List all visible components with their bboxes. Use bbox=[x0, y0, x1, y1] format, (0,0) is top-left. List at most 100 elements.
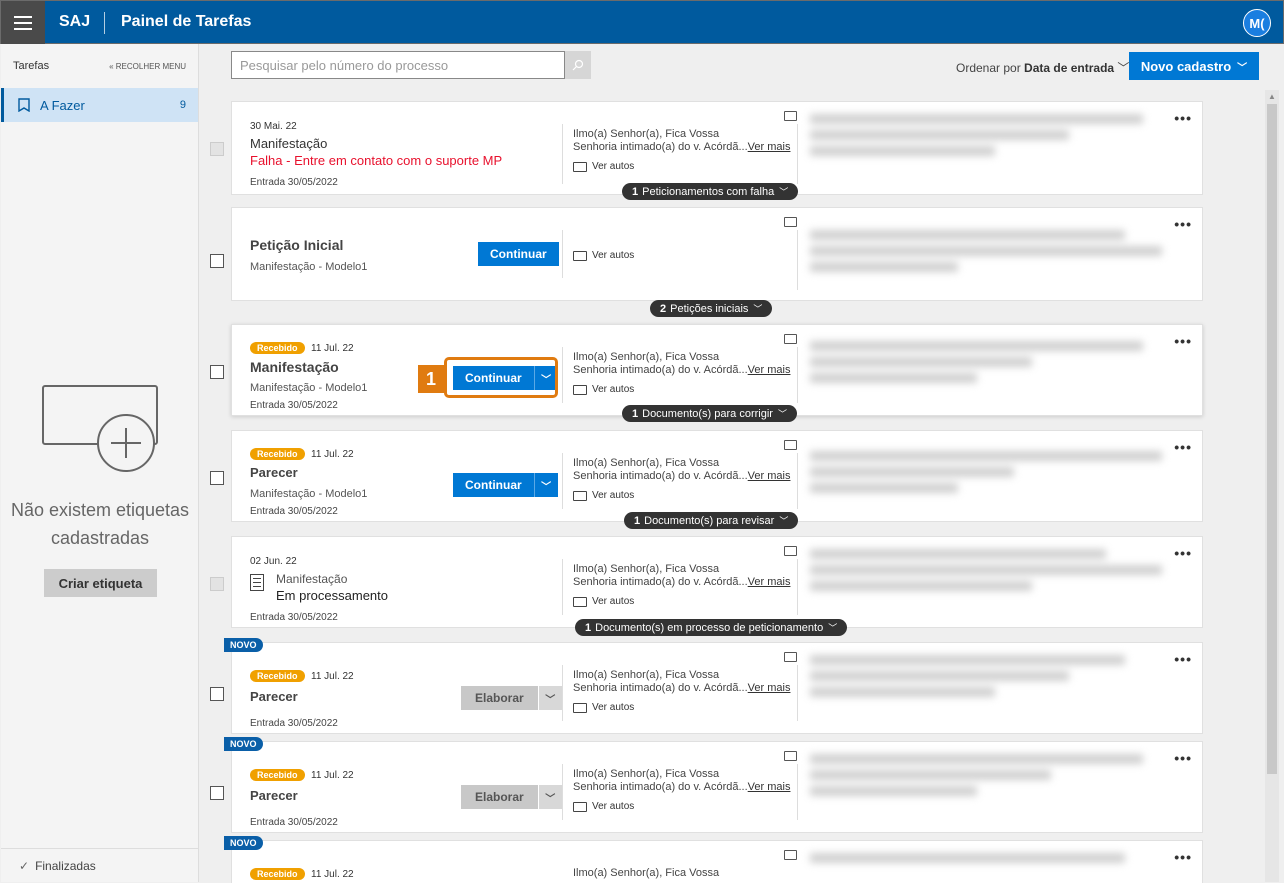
divider bbox=[562, 347, 563, 403]
monitor-icon[interactable] bbox=[784, 850, 797, 860]
see-more-link[interactable]: Ver mais bbox=[748, 470, 791, 482]
sidebar-item-finalizadas[interactable]: ✓ Finalizadas bbox=[1, 848, 199, 882]
sidebar-item-a-fazer[interactable]: A Fazer 9 bbox=[1, 88, 198, 122]
monitor-icon[interactable] bbox=[784, 546, 797, 556]
task-card[interactable]: Recebido 11 Jul. 22 Parecer Manifestação… bbox=[231, 430, 1203, 522]
task-card[interactable]: 02 Jun. 22 Manifestação Em processamento… bbox=[231, 536, 1203, 628]
more-options-icon[interactable]: ••• bbox=[1174, 750, 1192, 766]
monitor-icon[interactable] bbox=[784, 217, 797, 227]
initial-petitions-pill[interactable]: 2 Petições iniciais ﹀ bbox=[650, 300, 773, 317]
card-party: Ilmo(a) Senhor(a), Fica Vossa Senhoria i… bbox=[573, 457, 790, 483]
search-button[interactable] bbox=[565, 51, 591, 79]
brand-logo[interactable]: SAJ bbox=[59, 13, 90, 31]
see-more-link[interactable]: Ver mais bbox=[748, 682, 791, 694]
new-record-button[interactable]: Novo cadastro ﹀ bbox=[1129, 52, 1259, 80]
see-autos-label: Ver autos bbox=[592, 702, 635, 713]
monitor-icon[interactable] bbox=[784, 111, 797, 121]
party-line-1: Ilmo(a) Senhor(a), Fica Vossa bbox=[573, 351, 720, 363]
monitor-icon[interactable] bbox=[784, 440, 797, 450]
party-line-2: Senhoria intimado(a) do v. Acórdã... bbox=[573, 141, 748, 153]
see-more-link[interactable]: Ver mais bbox=[748, 576, 791, 588]
row-checkbox[interactable] bbox=[210, 786, 224, 800]
see-autos-link[interactable]: Ver autos bbox=[573, 801, 634, 812]
scrollbar-thumb[interactable] bbox=[1267, 104, 1277, 774]
see-more-link[interactable]: Ver mais bbox=[748, 364, 791, 376]
docs-in-filing-pill[interactable]: 1 Documento(s) em processo de peticioname… bbox=[575, 619, 848, 636]
scroll-up-icon[interactable]: ▲ bbox=[1268, 92, 1276, 101]
more-options-icon[interactable]: ••• bbox=[1174, 216, 1192, 232]
chevron-down-icon: ﹀ bbox=[1117, 61, 1130, 75]
menu-icon[interactable] bbox=[1, 1, 45, 44]
row-checkbox bbox=[210, 142, 224, 156]
elaborate-button[interactable]: Elaborar ﹀ bbox=[461, 785, 562, 809]
monitor-icon[interactable] bbox=[784, 751, 797, 761]
see-autos-label: Ver autos bbox=[592, 596, 635, 607]
see-more-link[interactable]: Ver mais bbox=[748, 781, 791, 793]
more-options-icon[interactable]: ••• bbox=[1174, 651, 1192, 667]
received-badge: Recebido bbox=[250, 448, 305, 460]
card-party: Ilmo(a) Senhor(a), Fica Vossa bbox=[573, 867, 719, 880]
card-entry-date: Entrada 30/05/2022 bbox=[250, 612, 338, 623]
more-options-icon[interactable]: ••• bbox=[1174, 439, 1192, 455]
chevron-down-icon: ﹀ bbox=[1237, 62, 1248, 74]
see-autos-link[interactable]: Ver autos bbox=[573, 250, 634, 261]
search-input[interactable]: Pesquisar pelo número do processo bbox=[231, 51, 565, 79]
scrollbar[interactable]: ▲ bbox=[1265, 90, 1279, 882]
pill-count: 1 bbox=[632, 407, 639, 420]
elaborate-button[interactable]: Elaborar ﹀ bbox=[461, 686, 562, 710]
monitor-icon[interactable] bbox=[784, 334, 797, 344]
more-options-icon[interactable]: ••• bbox=[1174, 849, 1192, 865]
sort-dropdown[interactable]: Ordenar por Data de entrada ﹀ bbox=[956, 59, 1129, 76]
chevron-down-icon[interactable]: ﹀ bbox=[533, 473, 558, 497]
see-autos-link[interactable]: Ver autos bbox=[573, 702, 634, 713]
see-autos-link[interactable]: Ver autos bbox=[573, 490, 634, 501]
bookmark-icon bbox=[18, 98, 30, 112]
row-checkbox[interactable] bbox=[210, 687, 224, 701]
chevron-down-icon: ﹀ bbox=[753, 304, 763, 314]
monitor-icon[interactable] bbox=[784, 652, 797, 662]
see-autos-link[interactable]: Ver autos bbox=[573, 384, 634, 395]
sidebar-footer-label: Finalizadas bbox=[35, 858, 96, 873]
see-autos-link[interactable]: Ver autos bbox=[573, 161, 634, 172]
new-badge: NOVO bbox=[224, 638, 263, 652]
elaborate-label: Elaborar bbox=[475, 790, 524, 804]
task-card[interactable]: Petição Inicial Manifestação - Modelo1 C… bbox=[231, 207, 1203, 301]
blurred-details bbox=[810, 549, 1180, 597]
more-options-icon[interactable]: ••• bbox=[1174, 333, 1192, 349]
divider bbox=[562, 764, 563, 820]
more-options-icon[interactable]: ••• bbox=[1174, 545, 1192, 561]
row-checkbox[interactable] bbox=[210, 365, 224, 379]
chevron-down-icon[interactable]: ﹀ bbox=[537, 686, 562, 710]
blurred-details bbox=[810, 853, 1180, 869]
see-autos-link[interactable]: Ver autos bbox=[573, 596, 634, 607]
chevron-down-icon[interactable]: ﹀ bbox=[537, 785, 562, 809]
continue-label: Continuar bbox=[465, 478, 522, 492]
row-checkbox[interactable] bbox=[210, 254, 224, 268]
task-card[interactable]: Recebido 11 Jul. 22 Ilmo(a) Senhor(a), F… bbox=[231, 840, 1203, 883]
more-options-icon[interactable]: ••• bbox=[1174, 110, 1192, 126]
card-title: Parecer bbox=[250, 465, 298, 480]
continue-button[interactable]: Continuar ﹀ bbox=[453, 473, 558, 497]
card-party: Ilmo(a) Senhor(a), Fica Vossa Senhoria i… bbox=[573, 563, 790, 589]
task-card[interactable]: Recebido 11 Jul. 22 Parecer Entrada 30/0… bbox=[231, 741, 1203, 833]
collapse-menu-button[interactable]: « RECOLHER MENU bbox=[109, 62, 186, 71]
row-checkbox[interactable] bbox=[210, 471, 224, 485]
failed-filings-pill[interactable]: 1 Peticionamentos com falha ﹀ bbox=[622, 183, 799, 200]
received-badge: Recebido bbox=[250, 868, 305, 880]
task-card[interactable]: Recebido 11 Jul. 22 Manifestação Manifes… bbox=[231, 324, 1203, 416]
see-more-link[interactable]: Ver mais bbox=[748, 141, 791, 153]
docs-to-correct-pill[interactable]: 1 Documento(s) para corrigir ﹀ bbox=[622, 405, 797, 422]
docs-to-review-pill[interactable]: 1 Documento(s) para revisar ﹀ bbox=[624, 512, 799, 529]
continue-button[interactable]: Continuar bbox=[478, 242, 559, 266]
create-label-button[interactable]: Criar etiqueta bbox=[44, 569, 157, 597]
blurred-details bbox=[810, 341, 1180, 389]
task-card[interactable]: Recebido 11 Jul. 22 Parecer Entrada 30/0… bbox=[231, 642, 1203, 734]
new-badge: NOVO bbox=[224, 836, 263, 850]
card-date: 11 Jul. 22 bbox=[311, 770, 354, 781]
see-autos-label: Ver autos bbox=[592, 250, 635, 261]
folder-icon bbox=[573, 596, 587, 607]
party-line-1: Ilmo(a) Senhor(a), Fica Vossa bbox=[573, 457, 720, 469]
avatar[interactable]: M( bbox=[1243, 9, 1271, 37]
task-card[interactable]: 30 Mai. 22 Manifestação Falha - Entre em… bbox=[231, 101, 1203, 195]
party-line-2: Senhoria intimado(a) do v. Acórdã... bbox=[573, 576, 748, 588]
